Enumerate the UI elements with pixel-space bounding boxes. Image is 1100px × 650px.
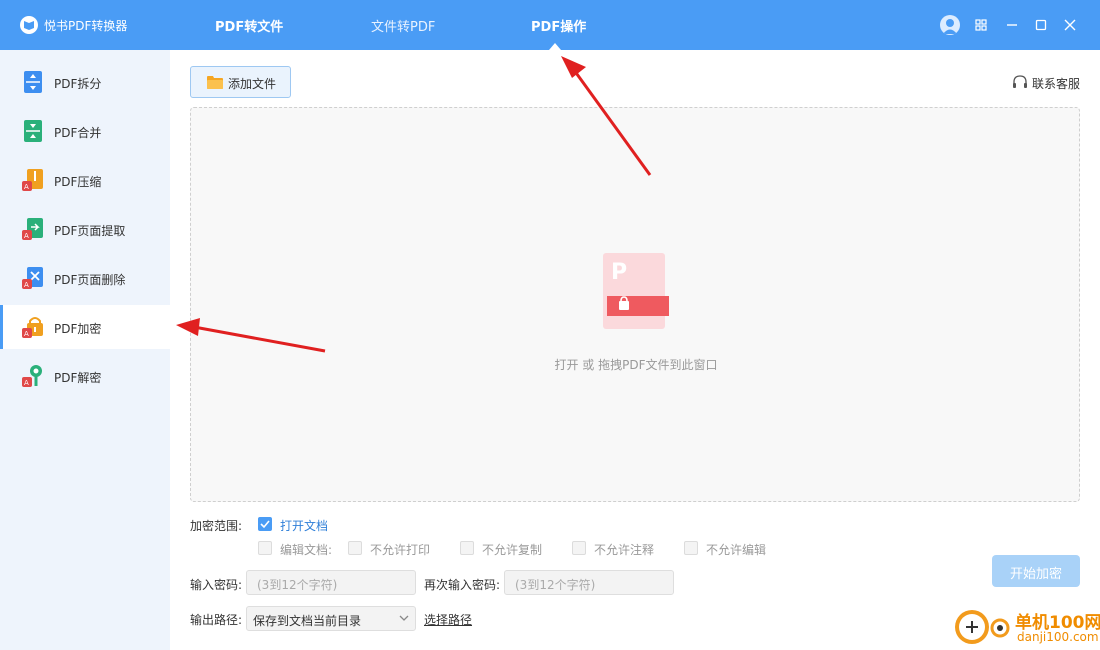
extract-icon: A xyxy=(22,218,43,240)
watermark-url: danji100.com xyxy=(1017,630,1099,644)
open-doc-label: 打开文档 xyxy=(280,519,329,533)
app-window: 悦书PDF转换器 PDF转文件 文件转PDF PDF操作 PDF拆分 PDF合并… xyxy=(0,0,1100,650)
no-copy-label: 不允许复制 xyxy=(482,543,543,557)
no-print-label: 不允许打印 xyxy=(370,543,431,557)
no-copy-checkbox[interactable] xyxy=(460,541,474,555)
merge-icon xyxy=(24,120,42,142)
watermark-logo-icon xyxy=(955,610,989,644)
tab-file-to-pdf[interactable]: 文件转PDF xyxy=(371,16,435,35)
output-path-label: 输出路径: xyxy=(190,613,243,627)
key-icon: A xyxy=(22,365,42,387)
no-print-checkbox[interactable] xyxy=(348,541,362,555)
add-file-label: 添加文件 xyxy=(228,77,277,91)
sidebar-item-label: PDF合并 xyxy=(54,126,102,140)
pdf-lock-file-icon: P xyxy=(603,253,669,329)
open-doc-checkbox[interactable] xyxy=(258,517,272,531)
contact-support-label: 联系客服 xyxy=(1032,77,1081,91)
svg-text:A: A xyxy=(24,330,29,338)
sidebar-item-label: PDF拆分 xyxy=(54,77,102,91)
add-file-button[interactable]: 添加文件 xyxy=(190,66,291,98)
sidebar-item-merge[interactable]: PDF合并 xyxy=(0,109,170,153)
delete-icon: A xyxy=(22,267,43,289)
svg-text:A: A xyxy=(24,281,29,289)
no-annotate-label: 不允许注释 xyxy=(594,543,655,557)
sidebar-item-label: PDF解密 xyxy=(54,371,102,385)
contact-support-link[interactable]: 联系客服 xyxy=(1012,74,1080,91)
checkmark-icon xyxy=(260,520,270,529)
chevron-down-icon xyxy=(399,615,409,621)
headset-icon xyxy=(1013,75,1027,88)
tab-pdf-to-file[interactable]: PDF转文件 xyxy=(215,16,283,35)
maximize-icon[interactable] xyxy=(1031,15,1051,35)
menu-grid-icon[interactable] xyxy=(971,15,991,35)
compress-icon: A xyxy=(22,169,43,191)
svg-text:A: A xyxy=(24,232,29,240)
active-tab-indicator xyxy=(549,43,561,50)
annotation-arrowhead-tab xyxy=(561,56,586,78)
close-icon[interactable] xyxy=(1060,15,1080,35)
user-avatar-icon[interactable] xyxy=(940,15,960,35)
sidebar-item-compress[interactable]: A PDF压缩 xyxy=(0,158,170,202)
sidebar-item-label: PDF页面提取 xyxy=(54,224,126,238)
output-path-value: 保存到文档当前目录 xyxy=(253,614,362,628)
confirm-password-label: 再次输入密码: xyxy=(424,578,501,592)
no-edit-checkbox[interactable] xyxy=(684,541,698,555)
minimize-icon[interactable] xyxy=(1002,15,1022,35)
split-icon xyxy=(24,71,42,93)
sidebar-item-decrypt[interactable]: A PDF解密 xyxy=(0,354,170,398)
sidebar: PDF拆分 PDF合并 A PDF压缩 A PDF页面提取 A PDF页面删除 … xyxy=(0,50,170,650)
sidebar-item-extract[interactable]: A PDF页面提取 xyxy=(0,207,170,251)
drop-hint: 打开 或 拖拽PDF文件到此窗口 xyxy=(554,358,718,372)
sidebar-item-split[interactable]: PDF拆分 xyxy=(0,60,170,104)
password-input[interactable]: (3到12个字符) xyxy=(246,570,416,595)
lock-icon: A xyxy=(22,317,43,338)
file-drop-zone[interactable]: P 打开 或 拖拽PDF文件到此窗口 xyxy=(190,107,1080,502)
tab-pdf-operations[interactable]: PDF操作 xyxy=(531,16,586,35)
password-label: 输入密码: xyxy=(190,578,243,592)
sidebar-item-label: PDF页面删除 xyxy=(54,273,126,287)
sidebar-item-label: PDF加密 xyxy=(54,322,102,336)
choose-path-link[interactable]: 选择路径 xyxy=(424,611,472,628)
app-title: 悦书PDF转换器 xyxy=(44,19,128,33)
edit-doc-checkbox[interactable] xyxy=(258,541,272,555)
edit-doc-label: 编辑文档: xyxy=(280,543,333,557)
sidebar-item-label: PDF压缩 xyxy=(54,175,102,189)
start-encrypt-button[interactable]: 开始加密 xyxy=(992,555,1080,587)
svg-text:A: A xyxy=(24,183,29,191)
title-bar: 悦书PDF转换器 PDF转文件 文件转PDF PDF操作 xyxy=(0,0,1100,50)
output-path-select[interactable]: 保存到文档当前目录 xyxy=(246,606,416,631)
no-edit-label: 不允许编辑 xyxy=(706,543,767,557)
svg-text:P: P xyxy=(611,260,627,285)
encrypt-scope-label: 加密范围: xyxy=(190,519,243,533)
confirm-password-input[interactable]: (3到12个字符) xyxy=(504,570,674,595)
app-logo-icon xyxy=(20,16,38,34)
site-watermark: 单机100网 danji100.com xyxy=(955,606,1100,650)
folder-icon xyxy=(207,76,223,89)
sidebar-item-encrypt[interactable]: A PDF加密 xyxy=(0,305,170,349)
svg-text:A: A xyxy=(24,379,29,387)
sidebar-item-delete[interactable]: A PDF页面删除 xyxy=(0,256,170,300)
no-annotate-checkbox[interactable] xyxy=(572,541,586,555)
